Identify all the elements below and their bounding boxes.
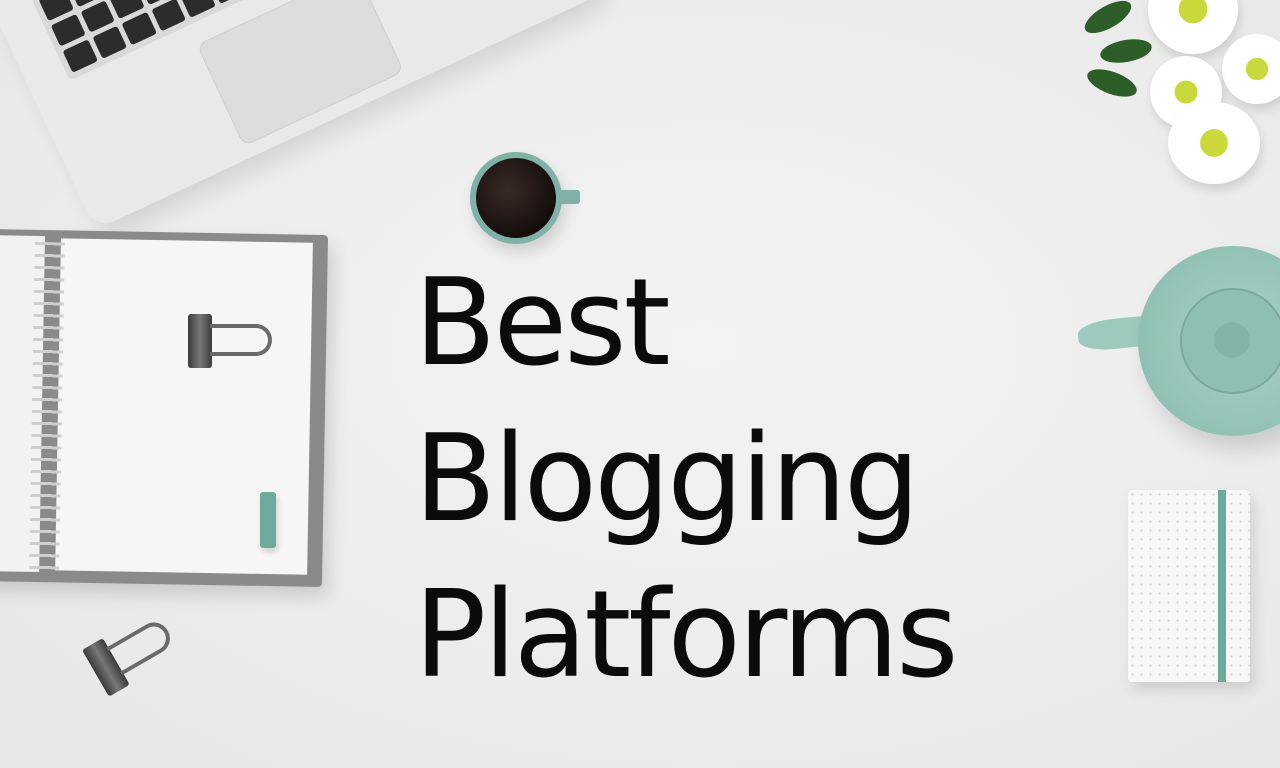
title-line-2: Blogging: [414, 410, 920, 549]
leaf: [1083, 63, 1141, 103]
keyboard-key: [151, 0, 187, 32]
title-line-3: Platforms: [414, 566, 959, 705]
laptop-trackpad: [196, 0, 405, 147]
notebook-spiral: [29, 241, 65, 573]
binder-clip-body: [188, 314, 212, 368]
keyboard-key: [62, 39, 98, 73]
teapot-knob: [1214, 322, 1250, 358]
keyboard-key: [92, 26, 128, 60]
page-title: Best Blogging Platforms: [414, 246, 959, 714]
hero-image: Best Blogging Platforms: [0, 0, 1280, 768]
keyboard-key: [180, 0, 216, 18]
eraser: [260, 492, 276, 548]
coffee-cup: [470, 152, 562, 244]
title-line-1: Best: [414, 254, 671, 393]
daisy-flower: [1148, 0, 1238, 54]
leaf: [1098, 35, 1154, 67]
leaf: [1079, 0, 1137, 40]
notepad-elastic-band: [1218, 490, 1226, 682]
keyboard-key: [121, 12, 157, 46]
coffee: [476, 158, 556, 238]
coffee-cup-handle: [558, 190, 580, 204]
daisy-flower: [1168, 102, 1260, 184]
daisy-flower: [1222, 34, 1280, 104]
binder-clip-wire: [106, 616, 176, 676]
keyboard-key: [210, 0, 246, 5]
binder-clip-wire: [210, 324, 272, 356]
spiral-notebook: [0, 229, 329, 587]
dotted-notepad: [1128, 490, 1250, 682]
